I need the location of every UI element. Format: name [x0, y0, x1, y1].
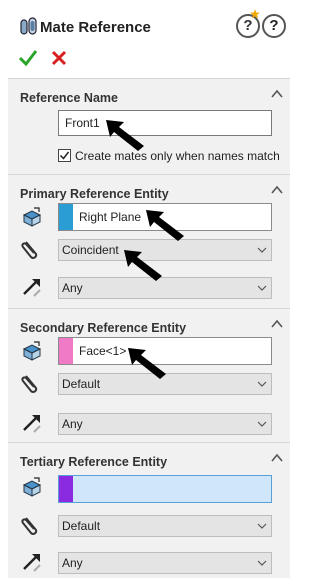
alignment-arrow-icon: [23, 279, 41, 297]
entity-select-icon: [22, 341, 42, 361]
primary-entity-value: Right Plane: [79, 210, 142, 224]
tertiary-reference-section: Tertiary Reference Entity Default Any: [8, 442, 290, 578]
chevron-down-icon: [257, 247, 267, 253]
reference-name-input[interactable]: Front1: [58, 110, 272, 136]
reference-name-value: Front1: [65, 116, 100, 130]
tertiary-entity-field[interactable]: [58, 475, 272, 503]
entity-select-icon: [22, 477, 42, 497]
collapse-icon[interactable]: [270, 183, 284, 197]
paperclip-icon: [21, 375, 38, 393]
alignment-dropdown[interactable]: Any: [58, 413, 272, 435]
secondary-entity-value: Face<1>: [79, 344, 127, 358]
entity-select-icon: [22, 207, 42, 227]
collapse-icon[interactable]: [270, 451, 284, 465]
section-title: Tertiary Reference Entity: [20, 455, 168, 469]
entity-color-swatch: [59, 338, 73, 364]
paperclip-icon: [21, 517, 38, 535]
mate-type-value: Default: [62, 377, 101, 391]
annotation-arrow-icon: [106, 120, 144, 151]
alignment-arrow-icon: [23, 415, 41, 433]
entity-color-swatch: [59, 204, 73, 230]
section-title: Secondary Reference Entity: [20, 321, 187, 335]
collapse-icon[interactable]: [270, 317, 284, 331]
chevron-down-icon: [257, 381, 267, 387]
paperclip-icon: [21, 241, 38, 259]
entity-color-swatch: [59, 476, 73, 502]
collapse-icon[interactable]: [270, 87, 284, 101]
chevron-down-icon: [257, 421, 267, 427]
ok-button[interactable]: [18, 48, 38, 68]
section-title: Primary Reference Entity: [20, 187, 169, 201]
cancel-button[interactable]: [50, 49, 68, 67]
alignment-arrow-icon: [23, 554, 41, 572]
alignment-value: Any: [62, 281, 83, 295]
mate-type-dropdown[interactable]: Default: [58, 515, 272, 537]
page-title: Mate Reference: [40, 19, 151, 36]
new-star-icon: [250, 9, 260, 19]
annotation-arrow-icon: [146, 210, 184, 241]
property-manager-header: Mate Reference ? ?: [0, 0, 292, 78]
help-button[interactable]: ?: [262, 14, 286, 38]
reference-name-section: Reference Name Front1 Create mates only …: [8, 78, 290, 174]
section-title: Reference Name: [20, 91, 118, 105]
chevron-down-icon: [257, 560, 267, 566]
mate-type-value: Coincident: [62, 243, 119, 257]
chevron-down-icon: [257, 285, 267, 291]
checkmark-icon: [59, 151, 70, 160]
alignment-value: Any: [62, 556, 83, 570]
mate-type-value: Default: [62, 519, 101, 533]
alignment-dropdown[interactable]: Any: [58, 552, 272, 574]
create-mates-checkbox[interactable]: [58, 149, 71, 162]
annotation-arrow-icon: [128, 348, 166, 379]
mate-reference-icon: [20, 17, 37, 35]
annotation-arrow-icon: [124, 250, 162, 281]
chevron-down-icon: [257, 523, 267, 529]
alignment-value: Any: [62, 417, 83, 431]
